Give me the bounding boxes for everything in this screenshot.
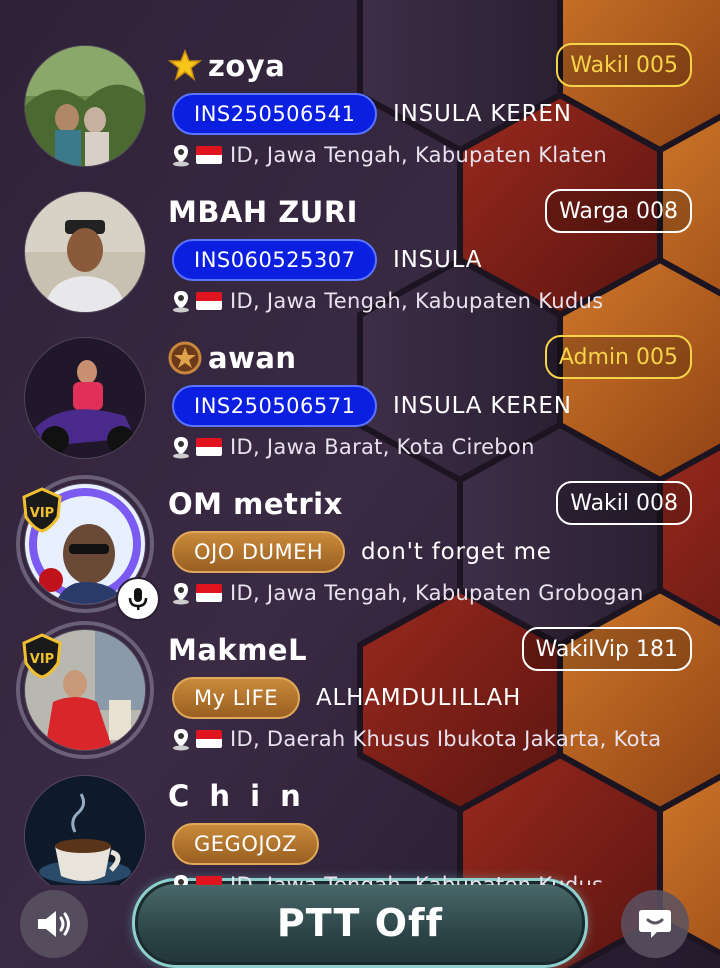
avatar[interactable]: [24, 45, 146, 167]
ptt-button[interactable]: PTT Off: [132, 878, 588, 968]
user-row[interactable]: MBAH ZURI Warga 008 INS060525307 INSULA ID, …: [0, 189, 720, 335]
indonesia-flag-icon: [196, 146, 222, 164]
rank-badge: Admin 005: [544, 335, 692, 379]
indonesia-flag-icon: [196, 438, 222, 456]
user-location: ID, Jawa Tengah, Kabupaten Kudus: [170, 869, 603, 885]
vip-badge-icon: VIP: [20, 633, 64, 683]
user-name-text: OM metrix: [168, 487, 343, 521]
tag-text: INSULA KEREN: [393, 101, 572, 127]
user-row[interactable]: VIP OM metrix Wakil 008 OJO DUMEH don't forg…: [0, 475, 720, 627]
vip-badge-icon: VIP: [20, 487, 64, 537]
location-text: ID, Jawa Tengah, Kabupaten Kudus: [230, 289, 604, 313]
user-location: ID, Jawa Tengah, Kabupaten Kudus: [170, 285, 603, 317]
user-name-text: MakmeL: [168, 633, 308, 667]
user-name: MakmeL: [168, 631, 307, 669]
chat-bubble-icon: [639, 910, 671, 938]
mic-icon: [116, 577, 160, 621]
location-text: ID, Jawa Tengah, Kabupaten Kudus: [230, 873, 604, 885]
user-row[interactable]: VIP MakmeL WakilVip 181 My LIFE ALHAMDULILLA…: [0, 621, 720, 773]
user-name-text: zoya: [208, 49, 286, 83]
user-tag: GEGOJOZ: [172, 823, 319, 865]
avatar-photo: [25, 46, 145, 166]
user-tag: INS250506541: [172, 93, 378, 135]
user-name-text: C h i n: [168, 779, 306, 813]
location-pin-icon: [173, 729, 189, 751]
user-location: ID, Daerah Khusus Ibukota Jakarta, Kota: [170, 723, 661, 755]
tag-text: don't forget me: [361, 539, 552, 565]
rank-badge: Wakil 005: [556, 43, 692, 87]
rank-badge: WakilVip 181: [521, 627, 692, 671]
user-list[interactable]: zoya Wakil 005 INS250506541 INSULA KEREN ID,…: [0, 0, 720, 885]
location-pin-icon: [173, 145, 189, 167]
user-row[interactable]: awan Admin 005 INS250506571 INSULA KEREN ID,…: [0, 335, 720, 481]
svg-text:VIP: VIP: [30, 506, 54, 521]
rank-badge: Wakil 008: [556, 481, 692, 525]
location-text: ID, Jawa Tengah, Kabupaten Grobogan: [230, 581, 644, 605]
user-tag: OJO DUMEH: [172, 531, 346, 573]
location-text: ID, Jawa Tengah, Kabupaten Klaten: [230, 143, 607, 167]
user-name: awan: [168, 339, 297, 377]
user-location: ID, Jawa Barat, Kota Cirebon: [170, 431, 535, 463]
indonesia-flag-icon: [196, 730, 222, 748]
svg-text:VIP: VIP: [30, 652, 54, 667]
avatar[interactable]: VIP: [16, 475, 160, 621]
avatar-photo: [25, 776, 145, 885]
location-pin-icon: [173, 437, 189, 459]
indonesia-flag-icon: [196, 876, 222, 885]
avatar[interactable]: VIP: [16, 621, 154, 759]
user-name: OM metrix: [168, 485, 343, 523]
ptt-label: PTT Off: [276, 901, 444, 945]
avatar-photo: [25, 338, 145, 458]
location-text: ID, Jawa Barat, Kota Cirebon: [230, 435, 535, 459]
user-name: C h i n: [168, 777, 306, 815]
user-row[interactable]: C h i n GEGOJOZ ID, Jawa Tengah, Kabupaten…: [0, 773, 720, 885]
star-medal-icon: [168, 341, 202, 375]
avatar[interactable]: [24, 191, 146, 313]
user-name: zoya: [168, 47, 285, 85]
user-name: MBAH ZURI: [168, 193, 358, 231]
location-text: ID, Daerah Khusus Ibukota Jakarta, Kota: [230, 727, 662, 751]
user-tag: My LIFE: [172, 677, 300, 719]
speaker-button[interactable]: [20, 890, 88, 958]
star-crown-icon: [168, 49, 202, 81]
user-name-text: MBAH ZURI: [168, 195, 358, 229]
user-row[interactable]: zoya Wakil 005 INS250506541 INSULA KEREN ID,…: [0, 43, 720, 189]
avatar[interactable]: [24, 337, 146, 459]
avatar[interactable]: [24, 775, 146, 885]
tag-text: ALHAMDULILLAH: [316, 685, 522, 711]
location-pin-icon: [173, 583, 189, 605]
rank-badge: Warga 008: [545, 189, 692, 233]
user-location: ID, Jawa Tengah, Kabupaten Grobogan: [170, 577, 644, 609]
indonesia-flag-icon: [196, 584, 222, 602]
chat-button[interactable]: [621, 890, 689, 958]
user-name-text: awan: [208, 341, 297, 375]
user-tag: INS250506571: [172, 385, 378, 427]
location-pin-icon: [174, 875, 188, 885]
location-pin-icon: [173, 291, 189, 313]
avatar-photo: [25, 192, 145, 312]
user-location: ID, Jawa Tengah, Kabupaten Klaten: [170, 139, 607, 171]
speaker-icon: [38, 911, 70, 937]
indonesia-flag-icon: [196, 292, 222, 310]
tag-text: INSULA KEREN: [393, 393, 572, 419]
tag-text: INSULA: [393, 247, 483, 273]
user-tag: INS060525307: [172, 239, 378, 281]
